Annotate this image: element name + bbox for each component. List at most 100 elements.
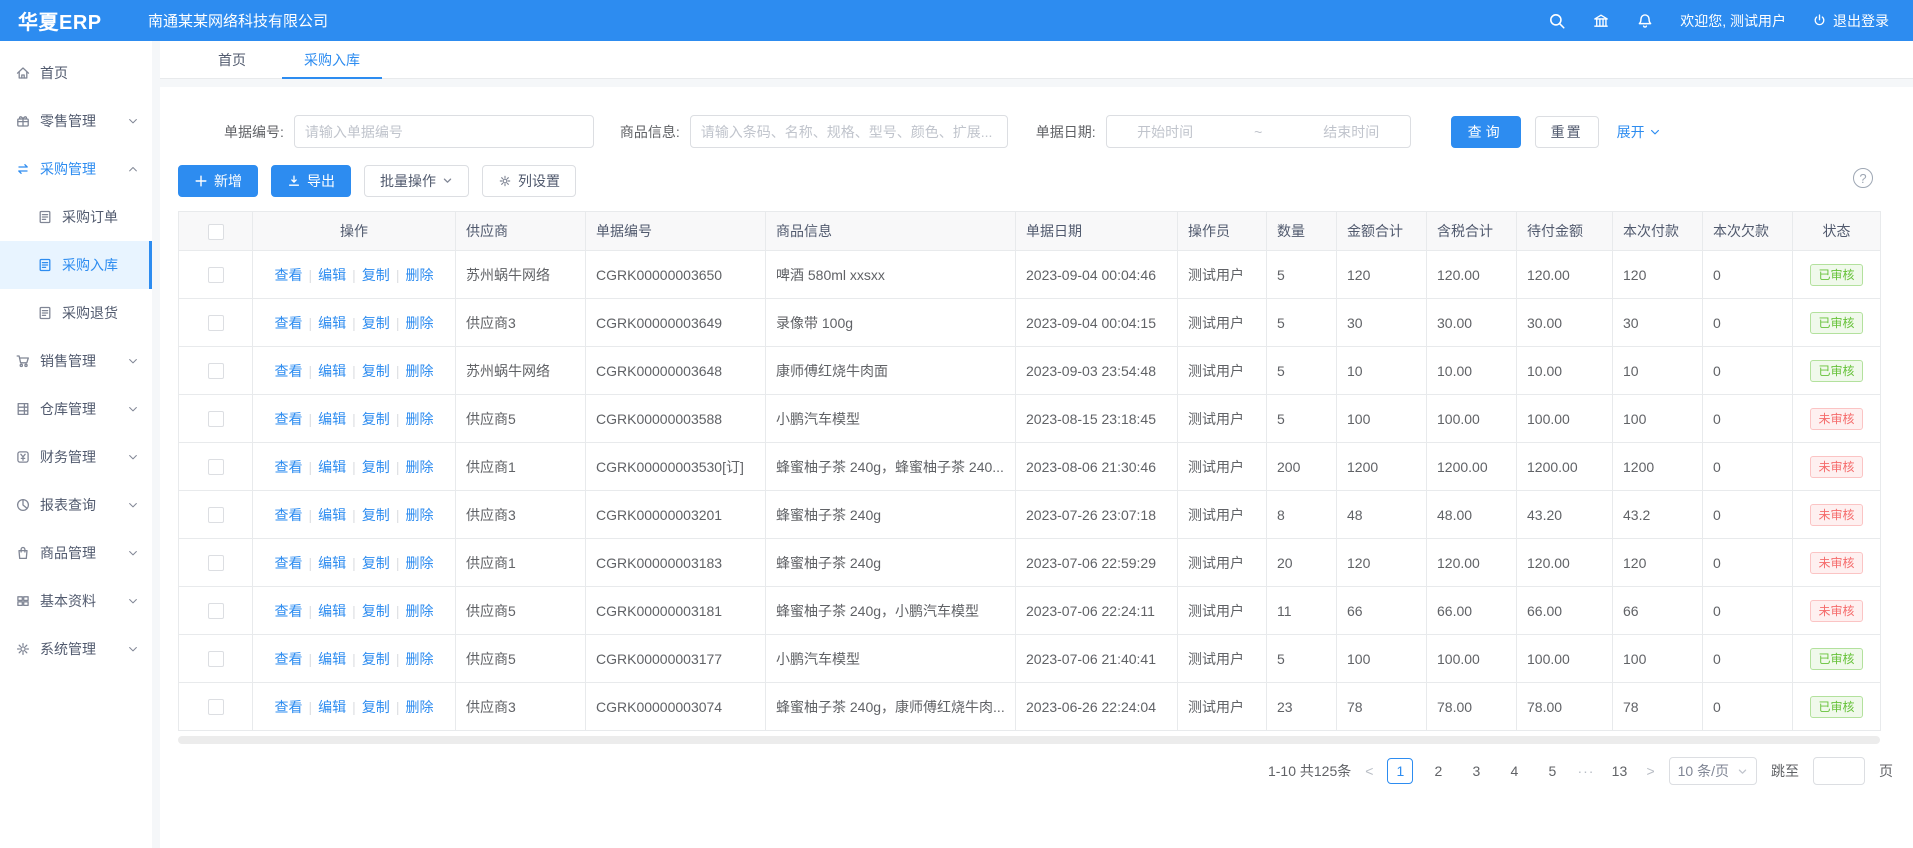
tab-home[interactable]: 首页 bbox=[196, 41, 268, 78]
sidebar-item-warehouse[interactable]: 仓库管理 bbox=[0, 385, 152, 433]
action-delete[interactable]: 删除 bbox=[405, 555, 433, 571]
action-delete[interactable]: 删除 bbox=[405, 603, 433, 619]
date-range-input[interactable]: 开始时间 ~ 结束时间 bbox=[1106, 115, 1411, 148]
search-icon[interactable] bbox=[1548, 12, 1566, 30]
action-delete[interactable]: 删除 bbox=[405, 459, 433, 475]
sidebar-item-sales[interactable]: 销售管理 bbox=[0, 337, 152, 385]
sidebar-item-purchase-return[interactable]: 采购退货 bbox=[0, 289, 152, 337]
action-copy[interactable]: 复制 bbox=[362, 507, 390, 523]
action-copy[interactable]: 复制 bbox=[362, 315, 390, 331]
action-delete[interactable]: 删除 bbox=[405, 507, 433, 523]
batch-actions-button[interactable]: 批量操作 bbox=[364, 165, 469, 197]
action-view[interactable]: 查看 bbox=[275, 363, 303, 379]
row-checkbox[interactable] bbox=[208, 603, 224, 619]
page-button-4[interactable]: 4 bbox=[1501, 758, 1527, 784]
sidebar-item-report[interactable]: 报表查询 bbox=[0, 481, 152, 529]
row-checkbox[interactable] bbox=[208, 459, 224, 475]
expand-link[interactable]: 展开 bbox=[1617, 122, 1661, 142]
add-button[interactable]: 新增 bbox=[178, 165, 258, 197]
welcome-user[interactable]: 欢迎您, 测试用户 bbox=[1680, 11, 1786, 31]
page-button-2[interactable]: 2 bbox=[1425, 758, 1451, 784]
action-edit[interactable]: 编辑 bbox=[318, 651, 346, 667]
sidebar-item-retail[interactable]: 零售管理 bbox=[0, 97, 152, 145]
sidebar-item-purchase-in[interactable]: 采购入库 bbox=[0, 241, 152, 289]
row-checkbox[interactable] bbox=[208, 363, 224, 379]
action-view[interactable]: 查看 bbox=[275, 267, 303, 283]
action-view[interactable]: 查看 bbox=[275, 411, 303, 427]
action-view[interactable]: 查看 bbox=[275, 507, 303, 523]
action-copy[interactable]: 复制 bbox=[362, 459, 390, 475]
search-button[interactable]: 查询 bbox=[1451, 116, 1521, 148]
reset-button[interactable]: 重置 bbox=[1535, 116, 1599, 148]
row-checkbox[interactable] bbox=[208, 507, 224, 523]
action-edit[interactable]: 编辑 bbox=[318, 699, 346, 715]
action-copy[interactable]: 复制 bbox=[362, 363, 390, 379]
page-button-3[interactable]: 3 bbox=[1463, 758, 1489, 784]
action-view[interactable]: 查看 bbox=[275, 315, 303, 331]
platform-icon[interactable] bbox=[1592, 12, 1610, 30]
column-settings-button[interactable]: 列设置 bbox=[482, 165, 576, 197]
action-copy[interactable]: 复制 bbox=[362, 555, 390, 571]
action-view[interactable]: 查看 bbox=[275, 651, 303, 667]
page-size-select[interactable]: 10 条/页 bbox=[1669, 757, 1757, 785]
action-edit[interactable]: 编辑 bbox=[318, 267, 346, 283]
sidebar-item-finance[interactable]: 财务管理 bbox=[0, 433, 152, 481]
action-view[interactable]: 查看 bbox=[275, 555, 303, 571]
logout-button[interactable]: 退出登录 bbox=[1812, 11, 1889, 31]
col-status: 状态 bbox=[1793, 212, 1881, 251]
action-edit[interactable]: 编辑 bbox=[318, 507, 346, 523]
cell-order-no: CGRK00000003181 bbox=[586, 587, 766, 635]
page-button-1[interactable]: 1 bbox=[1387, 758, 1413, 784]
page-ellipsis[interactable]: ··· bbox=[1577, 763, 1594, 779]
sidebar-item-goods[interactable]: 商品管理 bbox=[0, 529, 152, 577]
action-view[interactable]: 查看 bbox=[275, 603, 303, 619]
action-edit[interactable]: 编辑 bbox=[318, 315, 346, 331]
row-checkbox[interactable] bbox=[208, 555, 224, 571]
action-delete[interactable]: 删除 bbox=[405, 699, 433, 715]
action-delete[interactable]: 删除 bbox=[405, 315, 433, 331]
action-edit[interactable]: 编辑 bbox=[318, 603, 346, 619]
action-copy[interactable]: 复制 bbox=[362, 411, 390, 427]
table-row: 查看|编辑|复制|删除供应商1CGRK00000003530[订]蜂蜜柚子茶 2… bbox=[179, 443, 1881, 491]
row-checkbox[interactable] bbox=[208, 699, 224, 715]
tab-purchase-in[interactable]: 采购入库 bbox=[282, 41, 382, 78]
row-checkbox[interactable] bbox=[208, 267, 224, 283]
select-all-checkbox[interactable] bbox=[208, 224, 224, 240]
row-checkbox[interactable] bbox=[208, 651, 224, 667]
sidebar-item-basic[interactable]: 基本资料 bbox=[0, 577, 152, 625]
page-button-5[interactable]: 5 bbox=[1539, 758, 1565, 784]
action-edit[interactable]: 编辑 bbox=[318, 411, 346, 427]
sidebar-item-home[interactable]: 首页 bbox=[0, 49, 152, 97]
sidebar-item-system[interactable]: 系统管理 bbox=[0, 625, 152, 673]
action-copy[interactable]: 复制 bbox=[362, 603, 390, 619]
bell-icon[interactable] bbox=[1636, 12, 1654, 30]
action-delete[interactable]: 删除 bbox=[405, 411, 433, 427]
sidebar-item-purchase[interactable]: 采购管理 bbox=[0, 145, 152, 193]
next-page-button[interactable]: > bbox=[1646, 763, 1654, 779]
action-delete[interactable]: 删除 bbox=[405, 363, 433, 379]
action-copy[interactable]: 复制 bbox=[362, 651, 390, 667]
help-icon[interactable]: ? bbox=[1853, 168, 1873, 188]
row-checkbox[interactable] bbox=[208, 315, 224, 331]
page-button-13[interactable]: 13 bbox=[1606, 758, 1632, 784]
action-edit[interactable]: 编辑 bbox=[318, 555, 346, 571]
cell-amount-tax: 100.00 bbox=[1427, 395, 1517, 443]
action-delete[interactable]: 删除 bbox=[405, 651, 433, 667]
prev-page-button[interactable]: < bbox=[1365, 763, 1373, 779]
action-view[interactable]: 查看 bbox=[275, 699, 303, 715]
horizontal-scrollbar[interactable] bbox=[178, 736, 1880, 744]
action-edit[interactable]: 编辑 bbox=[318, 363, 346, 379]
action-copy[interactable]: 复制 bbox=[362, 267, 390, 283]
action-copy[interactable]: 复制 bbox=[362, 699, 390, 715]
jump-page-input[interactable] bbox=[1813, 757, 1865, 785]
action-edit[interactable]: 编辑 bbox=[318, 459, 346, 475]
bill-no-input[interactable] bbox=[294, 115, 594, 148]
cell-paid: 1200 bbox=[1613, 443, 1703, 491]
action-separator: | bbox=[309, 267, 313, 283]
action-delete[interactable]: 删除 bbox=[405, 267, 433, 283]
export-button[interactable]: 导出 bbox=[271, 165, 351, 197]
row-checkbox[interactable] bbox=[208, 411, 224, 427]
product-info-input[interactable] bbox=[690, 115, 1008, 148]
action-view[interactable]: 查看 bbox=[275, 459, 303, 475]
sidebar-item-purchase-order[interactable]: 采购订单 bbox=[0, 193, 152, 241]
